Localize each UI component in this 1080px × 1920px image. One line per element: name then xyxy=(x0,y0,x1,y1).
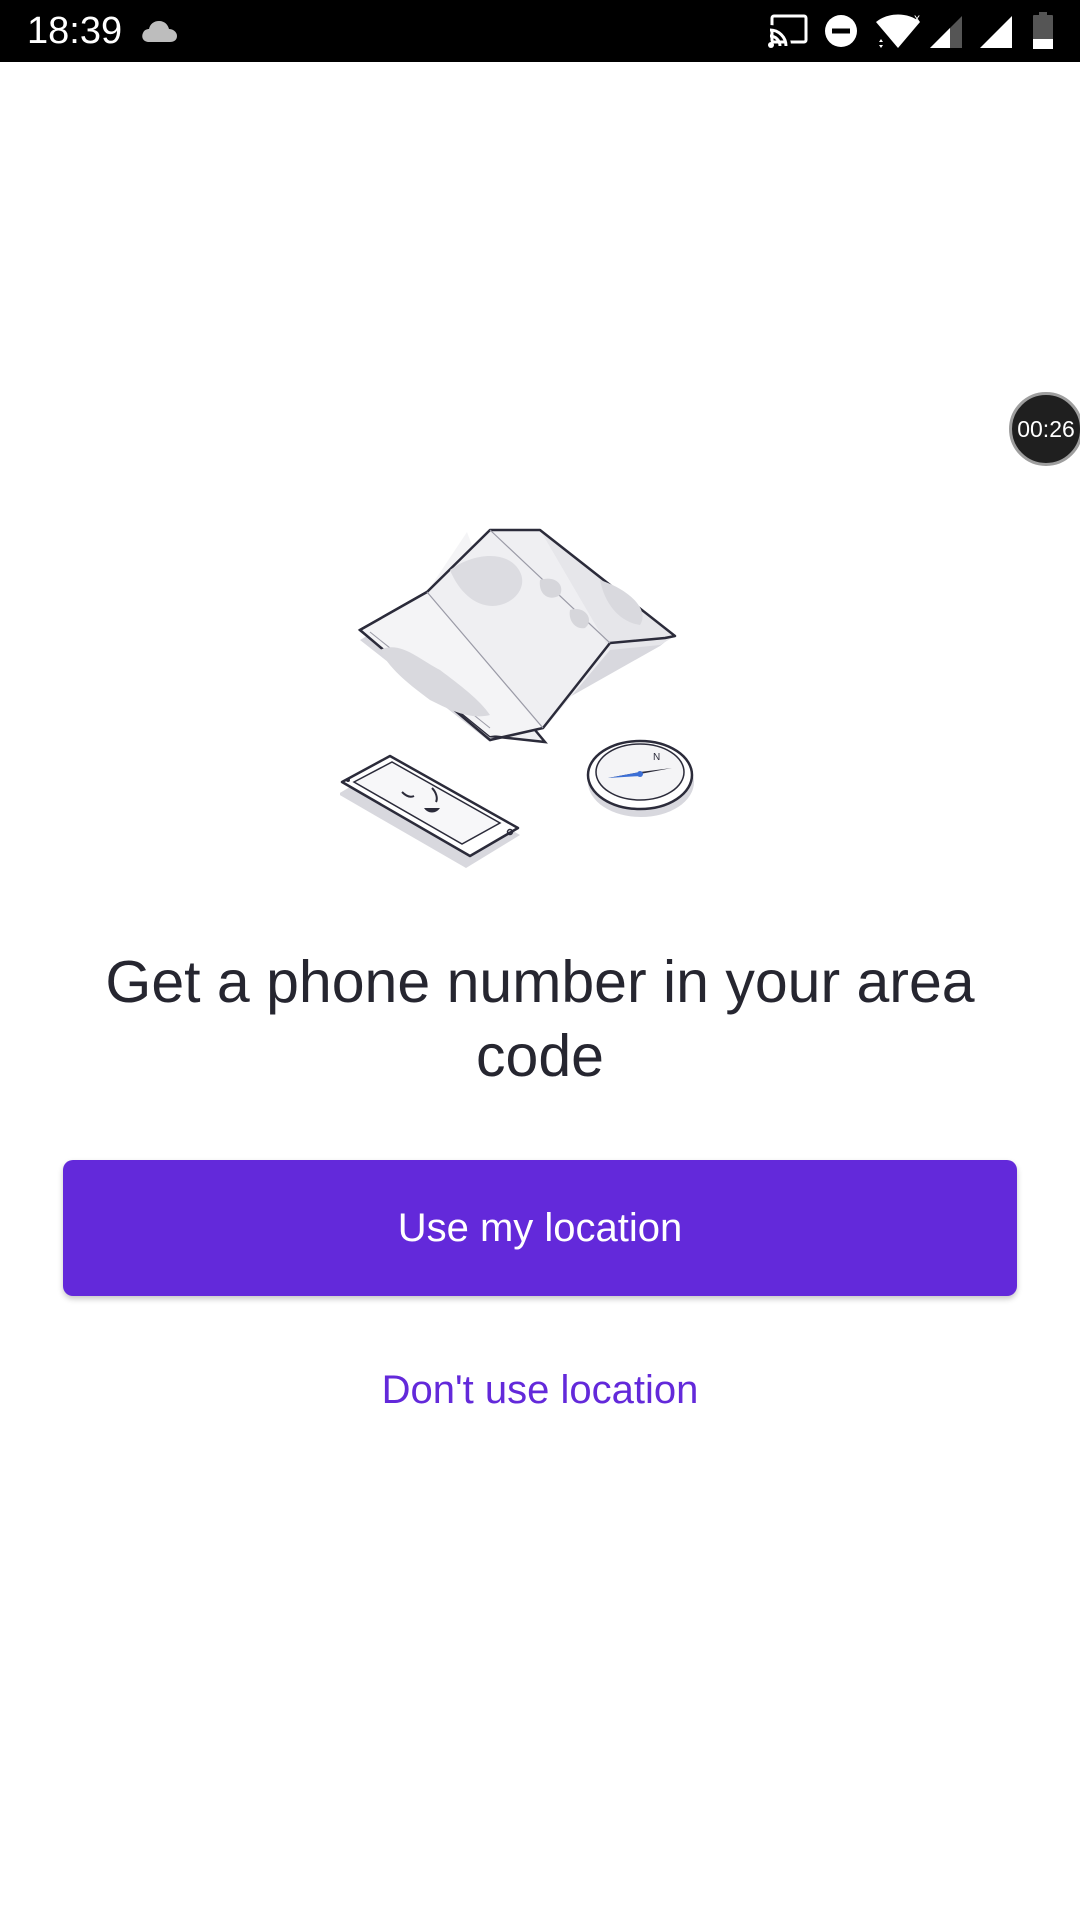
page-title: Get a phone number in your area code xyxy=(105,949,975,1089)
status-bar: 18:39 x xyxy=(0,0,1080,62)
signal-icon xyxy=(930,16,962,48)
cast-icon xyxy=(768,14,808,48)
wifi-icon: x xyxy=(876,12,920,48)
use-my-location-button[interactable]: Use my location xyxy=(63,1160,1017,1296)
battery-icon xyxy=(1033,12,1053,49)
dont-use-location-button[interactable]: Don't use location xyxy=(300,1355,780,1425)
cloud-icon xyxy=(142,21,177,42)
svg-text:N: N xyxy=(653,752,660,763)
map-icon xyxy=(357,528,677,744)
screen: 18:39 x 00:26 N Get a phone number in yo… xyxy=(0,0,1080,1920)
map-illustration: N xyxy=(340,528,694,868)
do-not-disturb-icon xyxy=(825,15,857,47)
signal-icon xyxy=(980,16,1012,48)
compass-icon: N xyxy=(586,739,694,817)
timer-bubble[interactable]: 00:26 xyxy=(1009,392,1080,466)
svg-text:x: x xyxy=(914,12,920,25)
phone-icon xyxy=(340,754,520,868)
status-time: 18:39 xyxy=(27,10,123,52)
